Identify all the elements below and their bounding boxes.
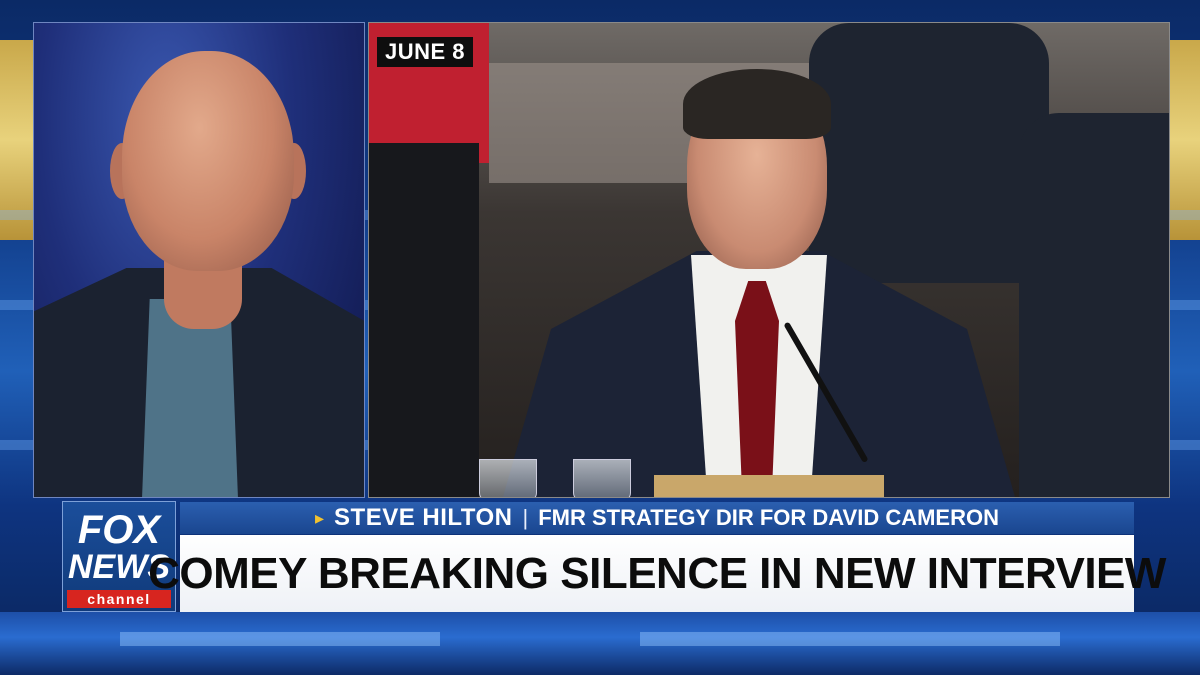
bottom-backdrop-band [0, 612, 1200, 675]
background-chair [369, 143, 479, 497]
headline-bar: COMEY BREAKING SILENCE IN NEW INTERVIEW [148, 535, 1166, 612]
backdrop-streak [120, 632, 440, 646]
backdrop-streak [640, 632, 1060, 646]
name-separator: | [522, 505, 529, 530]
witness-nameplate [654, 475, 884, 497]
date-tag: JUNE 8 [377, 37, 474, 67]
guest-name: STEVE HILTON [334, 504, 513, 531]
logo-fox-text: FOX [77, 508, 161, 552]
guest-head [122, 51, 294, 271]
water-glass [573, 459, 631, 497]
headline-text: COMEY BREAKING SILENCE IN NEW INTERVIEW [148, 548, 1166, 598]
background-person [1019, 113, 1169, 497]
water-glass [479, 459, 537, 497]
guest-title: FMR STRATEGY DIR FOR DAVID CAMERON [538, 505, 999, 530]
background-person [809, 23, 1049, 283]
guest-name-bar: ▸ STEVE HILTON | FMR STRATEGY DIR FOR DA… [180, 502, 1134, 534]
play-arrow-icon: ▸ [314, 507, 325, 528]
hearing-video-panel: JUNE 8 [368, 22, 1170, 498]
guest-video-panel [33, 22, 365, 498]
witness-tie [735, 281, 779, 481]
witness-hair [683, 69, 831, 139]
